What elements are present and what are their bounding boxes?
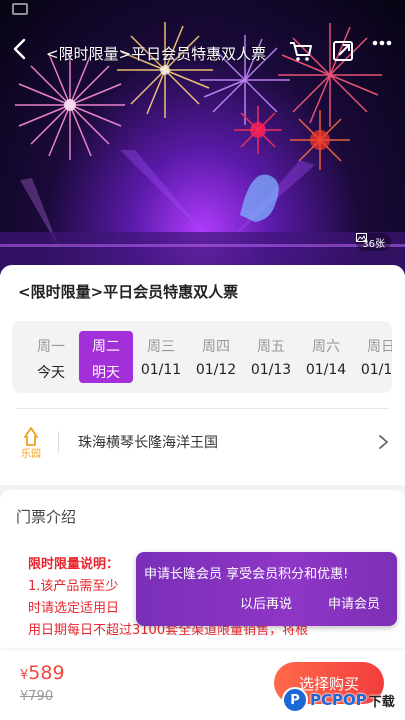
- intro-title: 门票介绍: [16, 508, 77, 526]
- day-date: 今天: [37, 365, 65, 381]
- park-icon-label: 乐园: [21, 448, 41, 459]
- day-option-3[interactable]: 周四 01/12: [189, 331, 243, 383]
- day-weekday: 周四: [202, 339, 230, 355]
- park-name: 珠海横琴长隆海洋王国: [78, 435, 218, 451]
- header-title: <限时限量>平日会员特惠双人票: [46, 45, 267, 63]
- date-selector: 周一 今天 周二 明天 周三 01/11 周四 01/12 周五 01/13 周…: [12, 321, 392, 393]
- day-weekday: 周五: [257, 339, 285, 355]
- day-option-0[interactable]: 周一 今天: [24, 331, 78, 383]
- day-option-5[interactable]: 周六 01/14: [299, 331, 353, 383]
- day-date: 01/11: [140, 362, 182, 378]
- castle-icon: 乐园: [21, 427, 41, 460]
- popup-message: 申请长隆会员 享受会员积分和优惠!: [144, 567, 349, 582]
- image-icon: [356, 233, 368, 242]
- current-price: ¥589: [20, 662, 65, 684]
- apply-member-button[interactable]: 申请会员: [328, 593, 380, 612]
- cart-button[interactable]: [289, 40, 315, 66]
- divider: [16, 408, 389, 409]
- status-icon: [12, 3, 28, 15]
- park-separator: [58, 431, 59, 453]
- park-link[interactable]: 乐园 珠海横琴长隆海洋王国: [0, 415, 405, 467]
- day-weekday: 周一: [37, 339, 65, 355]
- original-price: ¥790: [20, 689, 54, 704]
- day-weekday: 周二: [92, 339, 120, 355]
- day-weekday: 周三: [147, 339, 175, 355]
- screen: <限时限量>平日会员特惠双人票 36张 <限时限量>平日会员特惠双人票 周一 今…: [0, 0, 405, 720]
- product-card: <限时限量>平日会员特惠双人票 周一 今天 周二 明天 周三 01/11 周四 …: [0, 265, 405, 485]
- later-button[interactable]: 以后再说: [240, 593, 292, 612]
- price-value: 589: [28, 662, 65, 684]
- day-date: 01/13: [250, 362, 292, 378]
- watermark-logo: P: [282, 687, 308, 713]
- park-icon: 乐园: [16, 425, 46, 460]
- watermark: P PCPOP 下载: [282, 686, 395, 714]
- day-weekday: 周六: [312, 339, 340, 355]
- hero-image[interactable]: <限时限量>平日会员特惠双人票 36张: [0, 0, 405, 275]
- day-option-2[interactable]: 周三 01/11: [134, 331, 188, 383]
- day-date: 01/15: [360, 362, 392, 378]
- day-weekday: 周日: [367, 339, 392, 355]
- photo-count-badge[interactable]: 36张: [356, 233, 391, 251]
- cart-icon: [290, 42, 312, 61]
- day-date: 明天: [92, 365, 120, 381]
- product-title: <限时限量>平日会员特惠双人票: [18, 283, 239, 301]
- back-button[interactable]: [12, 38, 36, 66]
- day-option-1-selected[interactable]: 周二 明天: [79, 331, 133, 383]
- share-icon: [333, 41, 353, 61]
- day-option-4[interactable]: 周五 01/13: [244, 331, 298, 383]
- watermark-text: PCPOP: [310, 691, 367, 709]
- more-dots-icon: [372, 40, 392, 46]
- whale-sculpture: [240, 174, 279, 222]
- status-bar: [0, 0, 405, 18]
- share-button[interactable]: [332, 40, 358, 66]
- watermark-text-cn: 下载: [368, 694, 395, 710]
- chevron-right-icon: [377, 431, 391, 453]
- more-button[interactable]: [372, 40, 398, 66]
- chevron-left-icon: [13, 38, 26, 60]
- day-option-6[interactable]: 周日 01/15: [354, 331, 392, 383]
- day-date: 01/12: [195, 362, 237, 378]
- top-bar: <限时限量>平日会员特惠双人票: [0, 34, 405, 70]
- member-popup: 申请长隆会员 享受会员积分和优惠! 以后再说 申请会员: [136, 552, 397, 626]
- day-date: 01/14: [305, 362, 347, 378]
